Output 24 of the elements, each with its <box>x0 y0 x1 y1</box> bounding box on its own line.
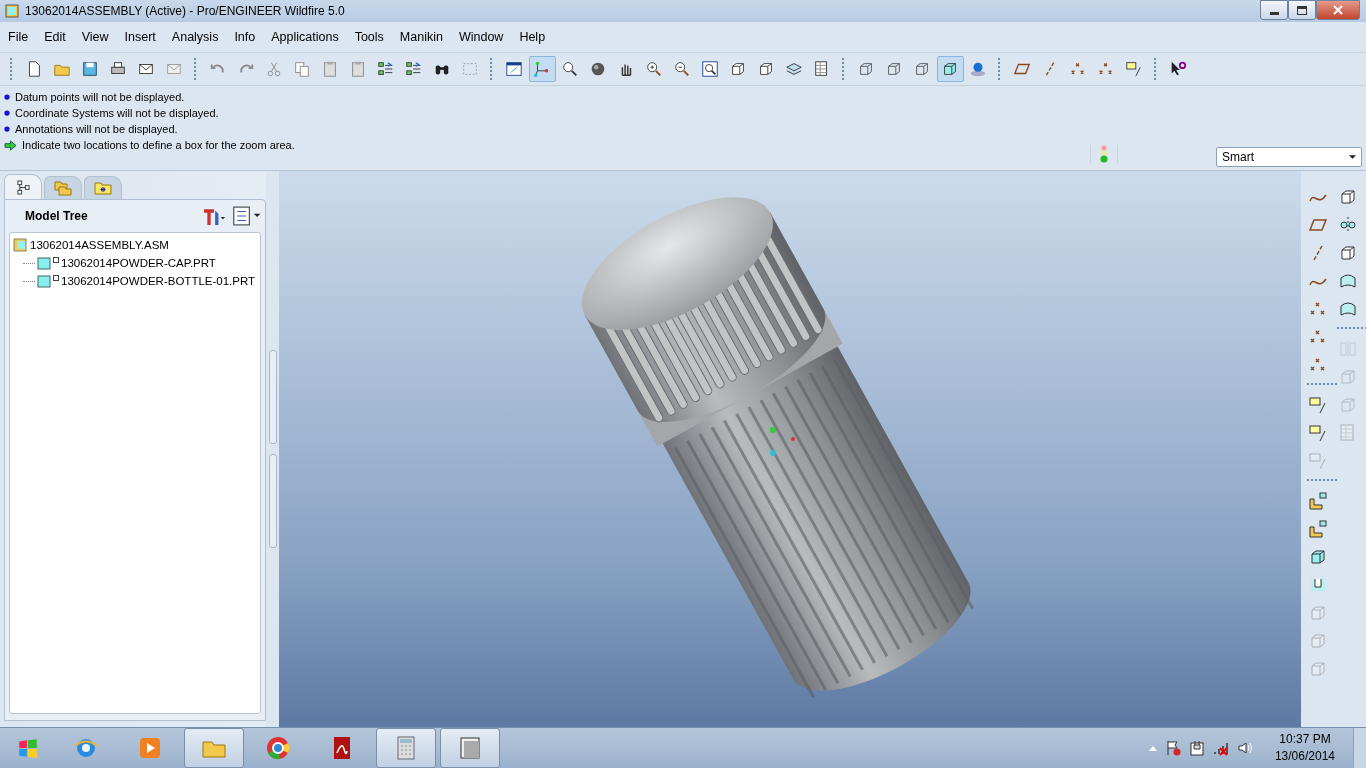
menu-item[interactable]: Applications <box>263 30 347 44</box>
tree-item[interactable]: 13062014ASSEMBLY.ASM <box>13 236 257 254</box>
tree-item[interactable]: 13062014POWDER-CAP.PRT <box>13 254 257 272</box>
menu-item[interactable]: File <box>0 30 37 44</box>
clock-time: 10:37 PM <box>1279 731 1331 748</box>
clock-date: 13/06/2014 <box>1274 748 1335 765</box>
menu-item[interactable]: View <box>73 30 117 44</box>
message-text: Annotations will not be displayed. <box>15 123 178 135</box>
panel-title: Model Tree <box>24 209 88 223</box>
menu-item[interactable]: Manikin <box>391 30 451 44</box>
message-text: Indicate two locations to define a box for the zoom area. <box>22 139 295 151</box>
tree-item[interactable]: 13062014POWDER-BOTTLE-01.PRT <box>13 272 257 290</box>
filter-dropdown[interactable]: Smart <box>1216 147 1362 167</box>
window-title: 13062014ASSEMBLY (Active) - Pro/ENGINEER Wildfire 5.0 <box>25 4 346 18</box>
message-text: Datum points will not be displayed. <box>15 91 185 103</box>
menu-item[interactable]: Edit <box>36 30 74 44</box>
menu-item[interactable]: Window <box>450 30 512 44</box>
menu-item[interactable]: Help <box>511 30 554 44</box>
menu-item[interactable]: Insert <box>116 30 164 44</box>
clock[interactable]: 10:37 PM 13/06/2014 <box>1274 731 1335 765</box>
menu-item[interactable]: Info <box>226 30 264 44</box>
message-text: Coordinate Systems will not be displayed. <box>15 107 219 119</box>
menu-item[interactable]: Tools <box>346 30 392 44</box>
menu-item[interactable]: Analysis <box>163 30 227 44</box>
